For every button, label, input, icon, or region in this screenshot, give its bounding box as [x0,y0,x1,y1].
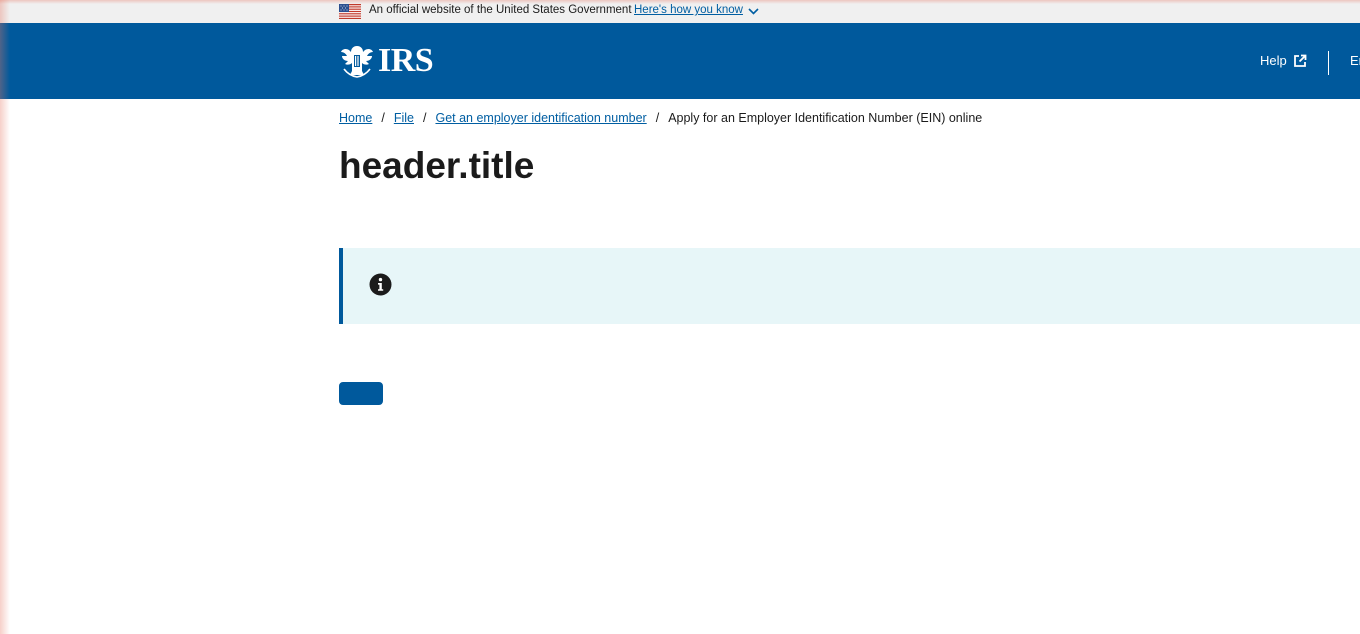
breadcrumb-separator: / [422,111,427,125]
breadcrumb-get-ein[interactable]: Get an employer identification number [435,111,646,125]
page-title: header.title [339,145,535,186]
breadcrumb-file[interactable]: File [394,111,414,125]
breadcrumb-current: Apply for an Employer Identification Num… [668,111,983,125]
primary-button[interactable] [339,382,383,405]
breadcrumb: Home / File / Get an employer identifica… [339,111,982,125]
irs-logo[interactable]: IRS [338,42,434,80]
info-alert [339,248,1360,324]
info-icon [369,273,392,296]
how-you-know-link[interactable]: Here's how you know [634,4,743,16]
help-link[interactable]: Help [1260,53,1307,68]
gov-banner: An official website of the United States… [0,0,1360,23]
breadcrumb-home[interactable]: Home [339,111,372,125]
us-flag-icon [339,4,361,19]
irs-eagle-icon [341,46,373,78]
site-header: IRS Help Er [0,23,1360,99]
official-site-text: An official website of the United States… [369,4,632,16]
breadcrumb-separator: / [381,111,385,125]
breadcrumb-separator: / [655,111,660,125]
language-link[interactable]: Er [1350,53,1360,68]
header-divider [1328,51,1329,75]
page: An official website of the United States… [0,0,1360,634]
external-link-icon [1293,54,1307,67]
irs-wordmark: IRS [378,42,434,79]
help-label: Help [1260,53,1287,68]
chevron-down-icon[interactable] [747,6,760,17]
